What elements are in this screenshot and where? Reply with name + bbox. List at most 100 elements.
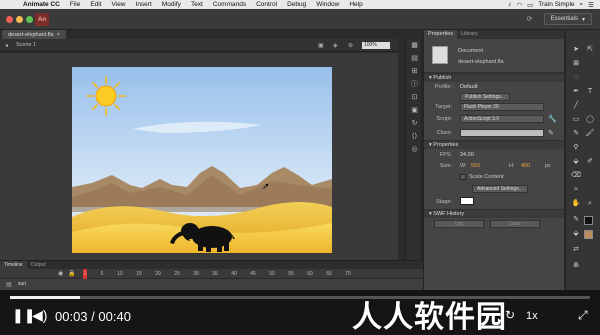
code-snippets-icon[interactable]: ⟨⟩ (406, 130, 423, 143)
brush-tool-icon[interactable]: 🖌 (584, 128, 596, 140)
wifi-icon[interactable]: ◠ (516, 1, 522, 9)
bone-tool-icon[interactable]: ⚲ (570, 142, 582, 154)
subselection-tool-icon[interactable]: ⇱ (584, 44, 596, 56)
paint-bucket-tool-icon[interactable]: ⬙ (570, 156, 582, 168)
advanced-settings-button[interactable]: Advanced Settings... (472, 185, 528, 193)
eraser-tool-icon[interactable]: ⌫ (570, 170, 582, 182)
volume-icon[interactable]: ◀) (32, 307, 47, 323)
log-button[interactable]: Log (434, 220, 484, 228)
transform-icon[interactable]: ⊡ (406, 91, 423, 104)
class-input[interactable] (460, 129, 544, 137)
center-stage-icon[interactable]: ⊕ (348, 42, 353, 49)
menu-debug[interactable]: Debug (282, 1, 311, 8)
menu-help[interactable]: Help (344, 1, 367, 8)
document-tab[interactable]: desert-elephant.fla × (2, 30, 66, 39)
zoom-field[interactable]: 100% (362, 42, 390, 49)
swf-history-section-header[interactable]: ▾ SWF History (424, 209, 564, 218)
frame-ruler[interactable]: ◉ 🔒 1 5 10 15 20 25 30 35 40 45 50 55 60… (0, 269, 423, 279)
sound-icon[interactable]: ♪ (508, 1, 511, 8)
color-panel-icon[interactable]: ▦ (406, 39, 423, 52)
selection-tool-icon[interactable]: ➤ (570, 44, 582, 56)
timeline-layer-row[interactable]: ▤ sun (0, 279, 423, 290)
history-icon[interactable]: ◎ (406, 143, 423, 156)
wrench-icon[interactable]: 🔧 (548, 115, 557, 123)
properties-tabs: Properties Library (424, 30, 564, 39)
fps-value[interactable]: 24.00 (460, 152, 474, 158)
zoom-window-button[interactable] (26, 16, 33, 23)
menu-text[interactable]: Text (186, 1, 208, 8)
height-value[interactable]: 400 (521, 163, 530, 169)
tab-library[interactable]: Library (457, 30, 482, 39)
frame-tick: 25 (174, 271, 180, 277)
script-select[interactable]: ActionScript 3.0 (460, 115, 544, 123)
stroke-color-swatch[interactable] (584, 216, 593, 225)
tab-properties[interactable]: Properties (424, 30, 458, 39)
menu-edit[interactable]: Edit (85, 1, 106, 8)
width-value[interactable]: 550 (471, 163, 480, 169)
free-transform-tool-icon[interactable]: ⊠ (570, 58, 582, 70)
stage-color-swatch[interactable] (460, 197, 474, 205)
publish-section-header[interactable]: ▾ Publish (424, 73, 564, 82)
hand-tool-icon[interactable]: ✋ (570, 198, 582, 210)
search-icon[interactable]: ⌕ (580, 1, 584, 9)
oval-tool-icon[interactable]: ◯ (584, 114, 596, 126)
pencil-icon[interactable]: ✎ (548, 129, 554, 137)
stage-area[interactable]: ➚ (0, 53, 398, 260)
fullscreen-icon[interactable]: ⤢ (578, 308, 588, 323)
zoom-tool-icon[interactable]: ⌕ (584, 198, 596, 210)
tab-output[interactable]: Output (27, 261, 50, 269)
swatches-icon[interactable]: ▤ (406, 52, 423, 65)
pencil-tool-icon[interactable]: ✎ (570, 128, 582, 140)
workspace-switcher[interactable]: Essentials ▾ (543, 13, 592, 25)
eyedropper-tool-icon[interactable]: ✐ (584, 156, 596, 168)
components-icon[interactable]: ▣ (406, 104, 423, 117)
stage-canvas[interactable] (72, 67, 332, 253)
menu-insert[interactable]: Insert (131, 1, 157, 8)
scale-content-label: Scale Content (469, 174, 504, 180)
align-icon[interactable]: ⊞ (406, 65, 423, 78)
menu-file[interactable]: File (65, 1, 85, 8)
sync-icon[interactable]: ⟳ (525, 15, 534, 24)
lasso-tool-icon[interactable]: ◌ (570, 72, 582, 84)
menu-view[interactable]: View (107, 1, 131, 8)
playback-speed[interactable]: 1x (526, 310, 538, 322)
edit-scene-icon[interactable]: ◈ (333, 42, 338, 49)
fill-color-swatch[interactable] (584, 230, 593, 239)
properties-section-header[interactable]: ▾ Properties (424, 140, 564, 149)
width-tool-icon[interactable]: ≈ (570, 184, 582, 196)
pen-tool-icon[interactable]: ✒ (570, 86, 582, 98)
text-tool-icon[interactable]: T (584, 86, 596, 98)
lock-icon[interactable]: 🔒 (68, 270, 75, 277)
snap-magnet-icon[interactable]: ⋒ (570, 260, 582, 272)
fill-color-icon[interactable]: ⬙ (570, 228, 582, 240)
publish-settings-button[interactable]: Publish Settings... (460, 93, 511, 101)
tab-timeline[interactable]: Timeline (0, 261, 27, 269)
menu-modify[interactable]: Modify (157, 1, 186, 8)
scale-content-checkbox[interactable] (460, 174, 466, 180)
close-tab-icon[interactable]: × (57, 32, 60, 38)
line-tool-icon[interactable]: ╱ (570, 100, 582, 112)
back-arrow-icon[interactable]: ◂ (5, 42, 8, 49)
swap-colors-icon[interactable]: ⇄ (570, 244, 582, 256)
rectangle-tool-icon[interactable]: ▭ (570, 114, 582, 126)
layer-name[interactable]: sun (18, 281, 26, 287)
clear-button[interactable]: Clear (490, 220, 540, 228)
close-window-button[interactable] (6, 16, 13, 23)
minimize-window-button[interactable] (16, 16, 23, 23)
menu-app-name[interactable]: Animate CC (18, 1, 65, 8)
user-name[interactable]: Train Simple (538, 1, 574, 8)
battery-icon[interactable]: ▭ (527, 1, 533, 9)
list-icon[interactable]: ☰ (588, 1, 594, 9)
stroke-color-icon[interactable]: ✎ (570, 214, 582, 226)
info-icon[interactable]: ⓘ (406, 78, 423, 91)
scene-breadcrumb[interactable]: Scene 1 (16, 42, 36, 48)
app-title-bar: An ⟳ Essentials ▾ (0, 9, 600, 30)
target-value: Flash Player 20 (464, 104, 499, 110)
target-select[interactable]: Flash Player 20 (460, 103, 544, 111)
eye-icon[interactable]: ◉ (58, 270, 63, 277)
motion-presets-icon[interactable]: ↻ (406, 117, 423, 130)
edit-symbols-icon[interactable]: ▣ (318, 42, 324, 49)
menu-window[interactable]: Window (311, 1, 344, 8)
menu-control[interactable]: Control (251, 1, 282, 8)
menu-commands[interactable]: Commands (208, 1, 251, 8)
